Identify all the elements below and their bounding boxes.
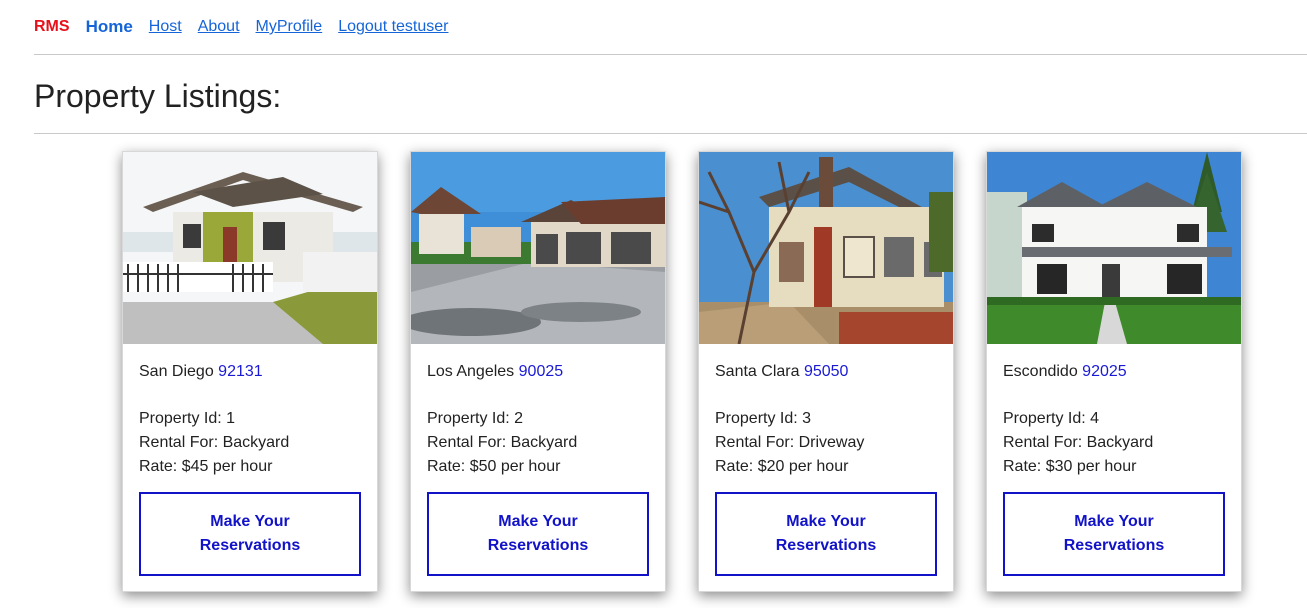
city-name: Santa Clara [715, 363, 800, 380]
property-id: Property Id: 4 [1003, 410, 1100, 427]
property-photo-craftsman-house[interactable] [411, 152, 665, 344]
listing-grid: San Diego 92131 Property Id: 1 Rental Fo… [122, 151, 1242, 592]
listing-details: Property Id: 2 Rental For: Backyard Rate… [427, 407, 649, 479]
title-divider [34, 133, 1307, 134]
make-reservation-button[interactable]: Make Your Reservations [1003, 492, 1225, 576]
listing-card-body: Escondido 92025 Property Id: 4 Rental Fo… [987, 344, 1241, 479]
listing-card: San Diego 92131 Property Id: 1 Rental Fo… [122, 151, 378, 592]
zip-code: 92025 [1082, 363, 1127, 380]
make-reservation-button[interactable]: Make Your Reservations [427, 492, 649, 576]
property-id: Property Id: 2 [427, 410, 524, 427]
nav-home-link[interactable]: Home [86, 17, 133, 37]
listing-details: Property Id: 1 Rental For: Backyard Rate… [139, 407, 361, 479]
rental-for: Rental For: Backyard [139, 434, 290, 451]
page: RMS Home Host About MyProfile Logout tes… [0, 0, 1307, 608]
listing-card-body: Los Angeles 90025 Property Id: 2 Rental … [411, 344, 665, 479]
listing-card: Escondido 92025 Property Id: 4 Rental Fo… [986, 151, 1242, 592]
property-id: Property Id: 3 [715, 410, 812, 427]
city-name: San Diego [139, 363, 214, 380]
rate: Rate: $30 per hour [1003, 458, 1137, 475]
brand-logo[interactable]: RMS [34, 18, 70, 36]
city-name: Escondido [1003, 363, 1078, 380]
nav-myprofile-link[interactable]: MyProfile [256, 18, 323, 36]
make-reservation-button[interactable]: Make Your Reservations [139, 492, 361, 576]
nav-about-link[interactable]: About [198, 18, 240, 36]
rental-for: Rental For: Backyard [1003, 434, 1154, 451]
listing-details: Property Id: 3 Rental For: Driveway Rate… [715, 407, 937, 479]
city-name: Los Angeles [427, 363, 515, 380]
nav-logout-link[interactable]: Logout testuser [338, 18, 448, 36]
listing-details: Property Id: 4 Rental For: Backyard Rate… [1003, 407, 1225, 479]
listing-location: Escondido 92025 [1003, 360, 1225, 384]
property-photo-modern-bungalow[interactable] [123, 152, 377, 344]
property-photo-white-farmhouse[interactable] [987, 152, 1241, 344]
listing-card-body: Santa Clara 95050 Property Id: 3 Rental … [699, 344, 953, 479]
listing-card: Santa Clara 95050 Property Id: 3 Rental … [698, 151, 954, 592]
rate: Rate: $50 per hour [427, 458, 561, 475]
property-photo-old-house[interactable] [699, 152, 953, 344]
listing-location: Santa Clara 95050 [715, 360, 937, 384]
page-title: Property Listings: [34, 78, 282, 114]
listing-location: San Diego 92131 [139, 360, 361, 384]
rental-for: Rental For: Driveway [715, 434, 865, 451]
property-id: Property Id: 1 [139, 410, 236, 427]
listing-location: Los Angeles 90025 [427, 360, 649, 384]
top-nav: RMS Home Host About MyProfile Logout tes… [34, 0, 1307, 55]
zip-code: 95050 [803, 363, 849, 380]
nav-host-link[interactable]: Host [149, 18, 182, 36]
listing-card-body: San Diego 92131 Property Id: 1 Rental Fo… [123, 344, 377, 479]
zip-code: 92131 [218, 363, 263, 380]
rate: Rate: $45 per hour [139, 458, 273, 475]
rental-for: Rental For: Backyard [427, 434, 578, 451]
listing-card: Los Angeles 90025 Property Id: 2 Rental … [410, 151, 666, 592]
make-reservation-button[interactable]: Make Your Reservations [715, 492, 937, 576]
zip-code: 90025 [518, 363, 564, 380]
rate: Rate: $20 per hour [715, 458, 849, 475]
